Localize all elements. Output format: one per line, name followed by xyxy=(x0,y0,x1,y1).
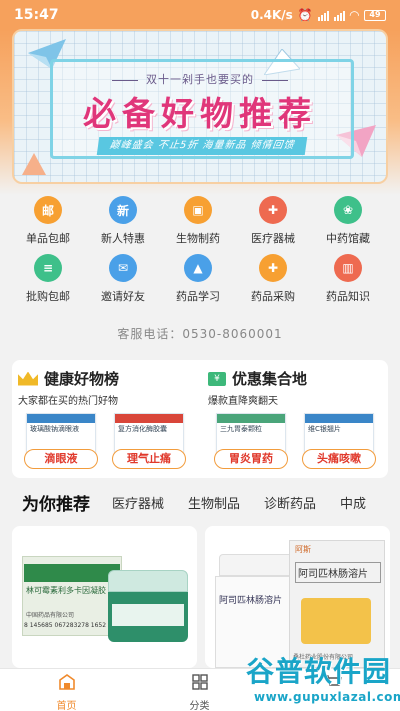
new-badge-icon: 新 xyxy=(109,196,137,224)
herb-icon: ❀ xyxy=(334,196,362,224)
shortcut-label: 中药馆藏 xyxy=(326,232,370,245)
shortcut-item[interactable]: 邮 单品包邮 xyxy=(8,196,88,246)
product-image: 林可霉素利多卡因凝胶 8 145685 067283278 1652 中国药品有… xyxy=(12,526,197,668)
watermark-title: 谷普软件园 xyxy=(246,655,392,688)
product-image: 阿司匹林肠溶片 阿斯 阿司匹林肠溶片 桑杜药业股份有限公司 xyxy=(205,526,390,668)
banner-kicker: 双十一剁手也要买的 xyxy=(14,71,386,87)
document-icon: ≡ xyxy=(34,254,62,282)
banner-title: 必备好物推荐 xyxy=(83,94,317,133)
shortcut-item[interactable]: ▥ 药品知识 xyxy=(308,254,388,304)
promo-card: 健康好物榜 大家都在买的热门好物 玻璃酸钠滴眼液 复方消化酶胶囊 滴眼液 理气止… xyxy=(12,360,388,478)
network-speed: 0.4K/s xyxy=(250,8,293,22)
package-name: 三九胃泰颗粒 xyxy=(220,425,262,433)
shortcut-label: 医疗器械 xyxy=(251,232,295,245)
package-stripe xyxy=(27,414,95,423)
product-thumbs: 三九胃泰颗粒 维C银翘片 胃炎胃药 头痛咳嗽 xyxy=(208,413,386,469)
section-subtitle: 大家都在买的热门好物 xyxy=(18,396,118,407)
shortcut-label: 药品学习 xyxy=(176,290,220,303)
service-phone[interactable]: 客服电话：0530-8060001 xyxy=(0,325,400,342)
grid-icon xyxy=(191,674,208,690)
shortcut-item[interactable]: ❀ 中药馆藏 xyxy=(308,196,388,246)
product-tag[interactable]: 滴眼液 xyxy=(24,449,98,469)
health-ranking-section[interactable]: 健康好物榜 大家都在买的热门好物 玻璃酸钠滴眼液 复方消化酶胶囊 滴眼液 理气止… xyxy=(18,368,196,469)
section-subtitle: 爆款直降爽翻天 xyxy=(208,396,278,407)
discount-section[interactable]: ¥ 优惠集合地 爆款直降爽翻天 三九胃泰颗粒 维C银翘片 胃炎胃药 头痛咳嗽 xyxy=(208,368,386,469)
package-stripe xyxy=(305,414,373,423)
nav-label: 首页 xyxy=(56,701,77,711)
product-thumbs: 玻璃酸钠滴眼液 复方消化酶胶囊 滴眼液 理气止痛 xyxy=(18,413,196,469)
status-time: 15:47 xyxy=(14,7,59,23)
shortcut-label: 新人特惠 xyxy=(101,232,145,245)
watermark: 谷普软件园 www.gupuxlazal.com xyxy=(228,650,400,708)
bottle-label: 阿司匹林肠溶片 xyxy=(219,596,283,606)
product-card[interactable]: 林可霉素利多卡因凝胶 8 145685 067283278 1652 中国药品有… xyxy=(12,526,197,668)
shortcut-label: 药品知识 xyxy=(326,290,370,303)
package-stripe xyxy=(217,414,285,423)
package-name: 维C银翘片 xyxy=(308,425,341,433)
status-indicators: 0.4K/s ⏰ ◠ 49 xyxy=(251,8,386,22)
tab-recommended[interactable]: 为你推荐 xyxy=(22,490,90,515)
status-bar: 15:47 0.4K/s ⏰ ◠ 49 xyxy=(0,0,400,30)
package-name: 复方消化酶胶囊 xyxy=(118,425,167,433)
section-header: 健康好物榜 xyxy=(18,368,196,389)
package-text: 林可霉素利多卡因凝胶 xyxy=(26,586,106,595)
graduation-cap-icon: ▲ xyxy=(184,254,212,282)
promo-banner[interactable]: 双十一剁手也要买的 必备好物推荐 巅峰盛会 不止5折 海量新品 倾情回馈 xyxy=(12,29,388,184)
shortcut-item[interactable]: 新 新人特惠 xyxy=(83,196,163,246)
watermark-url: www.gupuxlazal.com xyxy=(254,690,400,704)
book-icon: ▥ xyxy=(334,254,362,282)
tab-medical-devices[interactable]: 医疗器械 xyxy=(112,493,164,512)
shortcut-label: 单品包邮 xyxy=(26,232,70,245)
shortcut-item[interactable]: ▣ 生物制药 xyxy=(158,196,238,246)
product-tag[interactable]: 理气止痛 xyxy=(112,449,186,469)
shortcut-label: 药品采购 xyxy=(251,290,295,303)
tab-chinese-patent[interactable]: 中成 xyxy=(340,493,366,512)
shortcut-item[interactable]: ✚ 药品采购 xyxy=(233,254,313,304)
package-title: 阿司匹林肠溶片 xyxy=(295,562,381,583)
product-tag[interactable]: 胃炎胃药 xyxy=(214,449,288,469)
package-brand: 阿斯 xyxy=(295,545,311,554)
wifi-icon: ◠ xyxy=(349,8,359,22)
shortcut-label: 邀请好友 xyxy=(101,290,145,303)
tab-diagnostics[interactable]: 诊断药品 xyxy=(264,493,316,512)
package-stripe xyxy=(115,414,183,423)
ticket-icon: ▣ xyxy=(184,196,212,224)
category-tabs: 为你推荐 医疗器械 生物制品 诊断药品 中成 xyxy=(0,486,400,518)
alarm-icon: ⏰ xyxy=(297,8,313,22)
section-title: 健康好物榜 xyxy=(44,370,120,388)
shortcut-label: 批购包邮 xyxy=(26,290,70,303)
medicine-box-icon: ✚ xyxy=(259,254,287,282)
package-maker: 中国药品有限公司 xyxy=(26,612,75,619)
nav-home[interactable]: 首页 xyxy=(0,669,133,711)
battery-icon: 49 xyxy=(364,9,386,21)
section-title: 优惠集合地 xyxy=(232,370,308,388)
triangle-decoration-2 xyxy=(22,153,46,175)
home-icon xyxy=(58,674,75,690)
product-card[interactable]: 阿司匹林肠溶片 阿斯 阿司匹林肠溶片 桑杜药业股份有限公司 xyxy=(205,526,390,668)
mail-badge-icon: 邮 xyxy=(34,196,62,224)
envelope-icon: ✉ xyxy=(109,254,137,282)
medical-kit-icon: ✚ xyxy=(259,196,287,224)
section-header: ¥ 优惠集合地 xyxy=(208,368,386,389)
shortcut-item[interactable]: ✚ 医疗器械 xyxy=(233,196,313,246)
signal-icon xyxy=(317,10,329,21)
package-name: 玻璃酸钠滴眼液 xyxy=(30,425,79,433)
shortcut-item[interactable]: ▲ 药品学习 xyxy=(158,254,238,304)
signal-icon-2 xyxy=(333,10,345,21)
product-tag[interactable]: 头痛咳嗽 xyxy=(302,449,376,469)
shortcut-item[interactable]: ✉ 邀请好友 xyxy=(83,254,163,304)
banner-tagline: 巅峰盛会 不止5折 海量新品 倾情回馈 xyxy=(96,137,308,155)
shortcut-item[interactable]: ≡ 批购包邮 xyxy=(8,254,88,304)
coupon-icon: ¥ xyxy=(208,371,226,386)
crown-icon xyxy=(18,371,38,386)
tab-biologics[interactable]: 生物制品 xyxy=(188,493,240,512)
shortcut-label: 生物制药 xyxy=(176,232,220,245)
